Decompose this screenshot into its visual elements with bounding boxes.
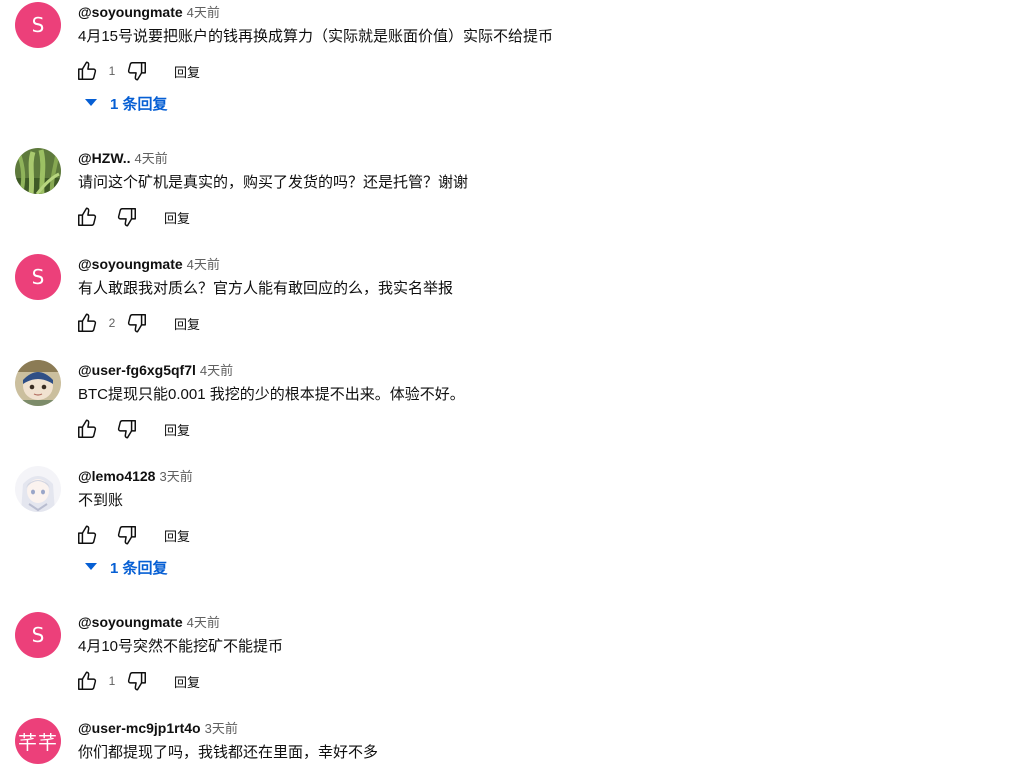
dislike-button[interactable]: [124, 58, 150, 84]
comment-actions: 回复: [74, 201, 190, 233]
reply-button[interactable]: 回复: [174, 62, 200, 81]
comment-time[interactable]: 3天前: [205, 721, 238, 736]
reply-button[interactable]: 回复: [164, 208, 190, 227]
comment-actions: 1 回复: [74, 55, 200, 87]
comment-time[interactable]: 4天前: [187, 257, 220, 272]
comment-header: @user-mc9jp1rt4o 3天前: [78, 718, 238, 738]
dislike-button[interactable]: [114, 522, 140, 548]
thumbs-down-icon: [117, 208, 136, 227]
reply-button[interactable]: 回复: [174, 314, 200, 333]
dislike-button[interactable]: [114, 204, 140, 230]
dislike-button[interactable]: [114, 416, 140, 442]
like-count: 1: [108, 64, 116, 78]
view-replies-button[interactable]: 1 条回复: [82, 556, 168, 578]
comment-text: BTC提现只能0.001 我挖的少的根本提不出来。体验不好。: [78, 386, 465, 403]
avatar[interactable]: S: [15, 254, 61, 300]
plant-photo-icon: [15, 148, 61, 194]
replies-label: 1 条回复: [110, 559, 168, 577]
caret-down-icon: [82, 94, 100, 112]
reply-button[interactable]: 回复: [164, 420, 190, 439]
avatar-letter: S: [31, 623, 45, 647]
thumbs-down-icon: [117, 420, 136, 439]
comments-list: S @soyoungmate 4天前 4月15号说要把账户的钱再换成算力（实际就是…: [0, 0, 1023, 772]
reply-button[interactable]: 回复: [164, 526, 190, 545]
comment-header: @soyoungmate 4天前: [78, 2, 220, 22]
comment-header: @soyoungmate 4天前: [78, 254, 220, 274]
anime-character-avatar-icon: [15, 360, 61, 406]
thumbs-up-icon: [78, 207, 97, 226]
avatar-letter: 芊芊: [17, 731, 58, 754]
thumbs-down-icon: [127, 62, 146, 81]
avatar-letter: S: [31, 265, 45, 289]
avatar[interactable]: [15, 360, 61, 406]
avatar[interactable]: [15, 466, 61, 512]
author-name[interactable]: @soyoungmate: [78, 256, 183, 272]
author-name[interactable]: @soyoungmate: [78, 614, 183, 630]
thumbs-up-icon: [78, 61, 97, 80]
comment-time[interactable]: 4天前: [187, 5, 220, 20]
author-name[interactable]: @soyoungmate: [78, 4, 183, 20]
comment-text: 4月10号突然不能挖矿不能提币: [78, 638, 284, 655]
avatar[interactable]: [15, 148, 61, 194]
comment-time[interactable]: 3天前: [159, 469, 192, 484]
like-count: 1: [108, 674, 116, 688]
comment-actions: 2 回复: [74, 307, 200, 339]
anime-character-avatar-icon: [15, 466, 61, 512]
like-button[interactable]: [74, 668, 100, 694]
comment-header: @user-fg6xg5qf7l 4天前: [78, 360, 233, 380]
thumbs-down-icon: [117, 526, 136, 545]
dislike-button[interactable]: [124, 310, 150, 336]
comment-header: @lemo4128 3天前: [78, 466, 193, 486]
comment-actions: 1 回复: [74, 665, 200, 697]
comment-header: @HZW.. 4天前: [78, 148, 168, 168]
comment-text: 你们都提现了吗，我钱都还在里面，幸好不多: [78, 744, 379, 761]
thumbs-up-icon: [78, 419, 97, 438]
like-button[interactable]: [74, 416, 100, 442]
reply-button[interactable]: 回复: [174, 672, 200, 691]
view-replies-button[interactable]: 1 条回复: [82, 92, 168, 114]
avatar-letter: S: [31, 13, 45, 37]
thumbs-down-icon: [127, 314, 146, 333]
thumbs-up-icon: [78, 525, 97, 544]
comment-actions: 回复: [74, 519, 190, 551]
avatar[interactable]: S: [15, 612, 61, 658]
comment-time[interactable]: 4天前: [200, 363, 233, 378]
author-name[interactable]: @HZW..: [78, 150, 131, 166]
author-name[interactable]: @user-fg6xg5qf7l: [78, 362, 196, 378]
comment-actions: 回复: [74, 413, 190, 445]
comment-text: 不到账: [78, 492, 124, 509]
avatar[interactable]: 芊芊: [15, 718, 61, 764]
comment-text: 请问这个矿机是真实的，购买了发货的吗？还是托管？谢谢: [78, 174, 469, 191]
like-count: 2: [108, 316, 116, 330]
author-name[interactable]: @lemo4128: [78, 468, 155, 484]
comment-time[interactable]: 4天前: [135, 151, 168, 166]
like-button[interactable]: [74, 522, 100, 548]
comment-text: 4月15号说要把账户的钱再换成算力（实际就是账面价值）实际不给提币: [78, 28, 554, 45]
like-button[interactable]: [74, 58, 100, 84]
avatar[interactable]: S: [15, 2, 61, 48]
author-name[interactable]: @user-mc9jp1rt4o: [78, 720, 201, 736]
replies-label: 1 条回复: [110, 95, 168, 113]
comment-header: @soyoungmate 4天前: [78, 612, 220, 632]
thumbs-up-icon: [78, 671, 97, 690]
comment-text: 有人敢跟我对质么？官方人能有敢回应的么，我实名举报: [78, 280, 454, 297]
thumbs-down-icon: [127, 672, 146, 691]
thumbs-up-icon: [78, 313, 97, 332]
dislike-button[interactable]: [124, 668, 150, 694]
caret-down-icon: [82, 558, 100, 576]
like-button[interactable]: [74, 310, 100, 336]
comment-time[interactable]: 4天前: [187, 615, 220, 630]
like-button[interactable]: [74, 204, 100, 230]
